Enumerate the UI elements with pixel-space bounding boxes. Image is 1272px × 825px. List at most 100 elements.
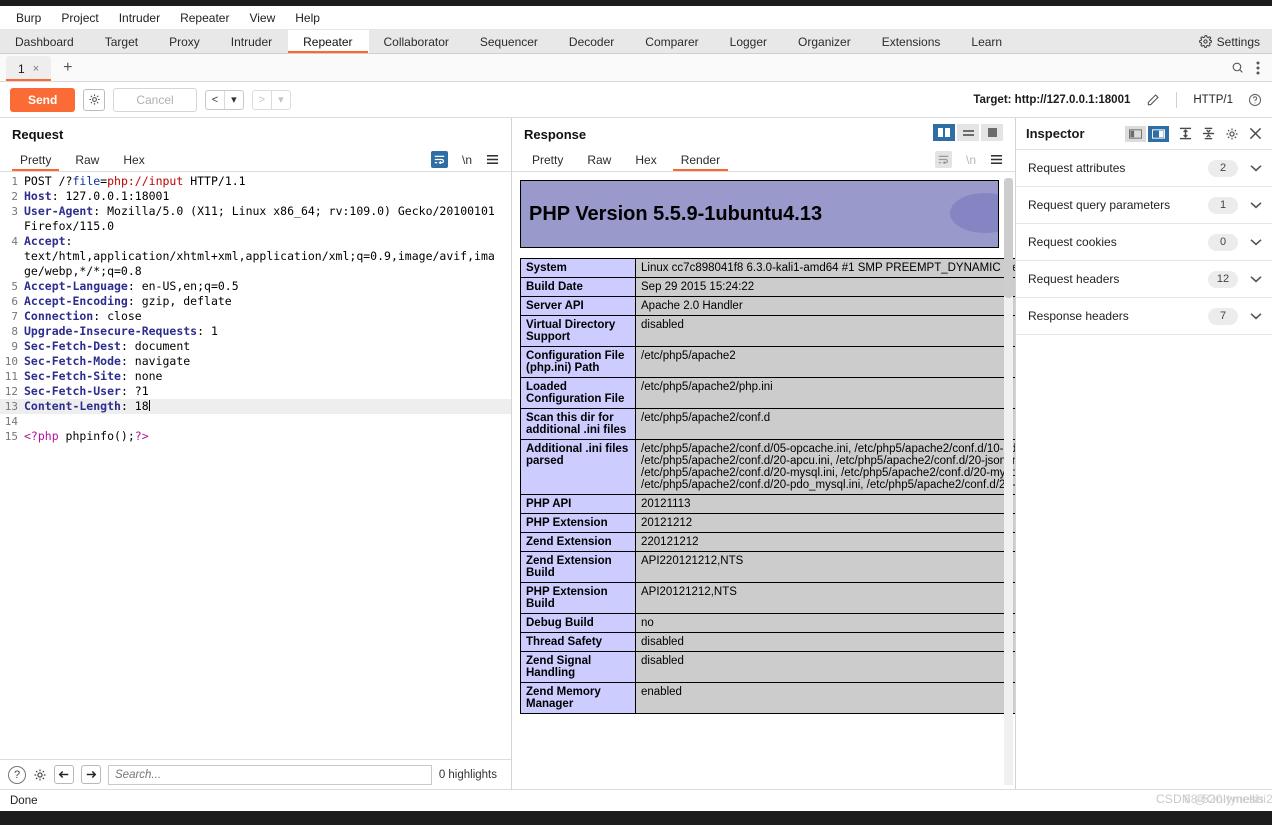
collapse-all-icon[interactable]	[1202, 127, 1215, 140]
request-code-line[interactable]: 15 <?php phpinfo();?>	[0, 429, 511, 444]
request-code-line[interactable]: 8 Upgrade-Insecure-Requests: 1	[0, 324, 511, 339]
phpinfo-table: System Linux cc7c898041f8 6.3.0-kali1-amd…	[520, 258, 1015, 714]
tab-intruder[interactable]: Intruder	[216, 30, 288, 53]
chevron-down-icon[interactable]: ▾	[272, 93, 290, 106]
response-tab-render[interactable]: Render	[669, 148, 732, 171]
response-tab-pretty[interactable]: Pretty	[520, 148, 575, 171]
add-tab-button[interactable]: +	[51, 54, 84, 81]
menu-item-burp[interactable]: Burp	[6, 9, 51, 27]
request-code-line[interactable]: 11 Sec-Fetch-Site: none	[0, 369, 511, 384]
single-pane-icon[interactable]	[981, 124, 1003, 141]
pane-right-icon[interactable]	[1148, 125, 1169, 142]
tab-comparer[interactable]: Comparer	[630, 30, 714, 53]
tab-collaborator[interactable]: Collaborator	[369, 30, 465, 53]
response-tab-hex[interactable]: Hex	[623, 148, 668, 171]
request-code-line[interactable]: 13 Content-Length: 18	[0, 399, 511, 414]
request-code-line[interactable]: 2 Host: 127.0.0.1:18001	[0, 189, 511, 204]
inspector-panel: Inspector Request attributes 2 Request q…	[1016, 118, 1272, 789]
split-vertical-icon[interactable]	[933, 124, 955, 141]
tab-organizer[interactable]: Organizer	[783, 30, 867, 53]
tab-sequencer[interactable]: Sequencer	[465, 30, 554, 53]
http-version-label[interactable]: HTTP/1	[1193, 94, 1233, 106]
request-code-line[interactable]: 10 Sec-Fetch-Mode: navigate	[0, 354, 511, 369]
gear-icon[interactable]	[1225, 127, 1239, 141]
table-cell-key: Zend Signal Handling	[520, 651, 636, 683]
chevron-down-icon[interactable]	[1250, 275, 1262, 283]
menu-item-repeater[interactable]: Repeater	[170, 9, 239, 27]
search-input[interactable]	[108, 764, 432, 785]
tab-extensions[interactable]: Extensions	[867, 30, 957, 53]
kebab-menu-icon[interactable]	[1256, 61, 1260, 75]
request-code-line[interactable]: 7 Connection: close	[0, 309, 511, 324]
request-code-line[interactable]: 3 User-Agent: Mozilla/5.0 (X11; Linux x86…	[0, 204, 511, 234]
request-code-line[interactable]: 5 Accept-Language: en-US,en;q=0.5	[0, 279, 511, 294]
render-view[interactable]: PHP Version 5.5.9-1ubuntu4.13 System Linu…	[512, 172, 1015, 789]
table-cell-key: Build Date	[520, 277, 636, 297]
table-cell-key: Loaded Configuration File	[520, 377, 636, 409]
request-settings-button[interactable]	[83, 88, 106, 111]
table-cell-value: API20121212,NTS	[635, 582, 1015, 614]
forward-button[interactable]: > ▾	[251, 89, 291, 110]
newline-icon[interactable]: \n	[462, 153, 472, 167]
request-code-line[interactable]: 1 POST /?file=php://input HTTP/1.1	[0, 174, 511, 189]
tab-dashboard[interactable]: Dashboard	[0, 30, 90, 53]
menu-item-intruder[interactable]: Intruder	[109, 9, 170, 27]
request-tab-hex[interactable]: Hex	[111, 148, 156, 171]
response-scrollbar[interactable]	[1004, 178, 1013, 785]
inspector-section-row[interactable]: Request cookies 0	[1016, 224, 1272, 261]
hamburger-menu-icon[interactable]	[990, 154, 1003, 165]
tab-learn[interactable]: Learn	[956, 30, 1018, 53]
newline-icon[interactable]: \n	[966, 153, 976, 167]
settings-button[interactable]: Settings	[1187, 30, 1272, 53]
split-horizontal-icon[interactable]	[957, 124, 979, 141]
response-tab-raw[interactable]: Raw	[575, 148, 623, 171]
word-wrap-icon[interactable]	[934, 151, 952, 168]
search-icon[interactable]	[1231, 61, 1244, 74]
request-code-line[interactable]: 12 Sec-Fetch-User: ?1	[0, 384, 511, 399]
scrollbar-thumb[interactable]	[1004, 178, 1013, 298]
back-button[interactable]: < ▾	[204, 89, 244, 110]
inspector-section-row[interactable]: Request query parameters 1	[1016, 187, 1272, 224]
request-code-line[interactable]: 4 Accept: text/html,application/xhtml+xml…	[0, 234, 511, 279]
arrow-left-icon[interactable]	[54, 765, 74, 784]
inspector-section-row[interactable]: Response headers 7	[1016, 298, 1272, 335]
question-circle-icon[interactable]	[1248, 93, 1262, 107]
menu-item-view[interactable]: View	[239, 9, 285, 27]
line-number: 3	[11, 205, 18, 218]
request-editor[interactable]: 1 POST /?file=php://input HTTP/1.1 2 Host: …	[0, 172, 511, 759]
request-tab-pretty[interactable]: Pretty	[8, 148, 63, 171]
close-icon[interactable]	[1249, 127, 1262, 140]
tab-proxy[interactable]: Proxy	[154, 30, 216, 53]
tab-decoder[interactable]: Decoder	[554, 30, 630, 53]
gear-icon[interactable]	[33, 768, 47, 782]
menu-item-help[interactable]: Help	[285, 9, 330, 27]
hamburger-menu-icon[interactable]	[486, 154, 499, 165]
word-wrap-icon[interactable]	[430, 151, 448, 168]
request-code-line[interactable]: 9 Sec-Fetch-Dest: document	[0, 339, 511, 354]
request-code-line[interactable]: 14	[0, 414, 511, 429]
pencil-icon[interactable]	[1146, 93, 1160, 107]
chevron-down-icon[interactable]	[1250, 164, 1262, 172]
chevron-down-icon[interactable]	[1250, 312, 1262, 320]
chevron-down-icon[interactable]	[1250, 238, 1262, 246]
request-panel: Request Pretty Raw Hex \n 1 POST /?file=…	[0, 118, 512, 789]
pane-left-icon[interactable]	[1125, 125, 1146, 142]
tab-logger[interactable]: Logger	[715, 30, 783, 53]
arrow-right-icon[interactable]	[81, 765, 101, 784]
inspector-section-row[interactable]: Request attributes 2	[1016, 150, 1272, 187]
burp-suite-window: Burp Project Intruder Repeater View Help…	[0, 0, 1272, 825]
inspector-section-row[interactable]: Request headers 12	[1016, 261, 1272, 298]
chevron-down-icon[interactable]: ▾	[225, 93, 243, 106]
close-icon[interactable]: ×	[33, 63, 39, 75]
split-vertical-glyph	[938, 128, 950, 137]
request-tab-raw[interactable]: Raw	[63, 148, 111, 171]
tab-target[interactable]: Target	[90, 30, 154, 53]
menu-item-project[interactable]: Project	[51, 9, 108, 27]
tab-repeater[interactable]: Repeater	[288, 30, 369, 53]
send-button[interactable]: Send	[10, 87, 76, 112]
chevron-down-icon[interactable]	[1250, 201, 1262, 209]
repeater-tab-1[interactable]: 1 ×	[6, 56, 52, 81]
request-code-line[interactable]: 6 Accept-Encoding: gzip, deflate	[0, 294, 511, 309]
question-circle-icon[interactable]: ?	[8, 765, 26, 784]
expand-all-icon[interactable]	[1179, 127, 1192, 140]
